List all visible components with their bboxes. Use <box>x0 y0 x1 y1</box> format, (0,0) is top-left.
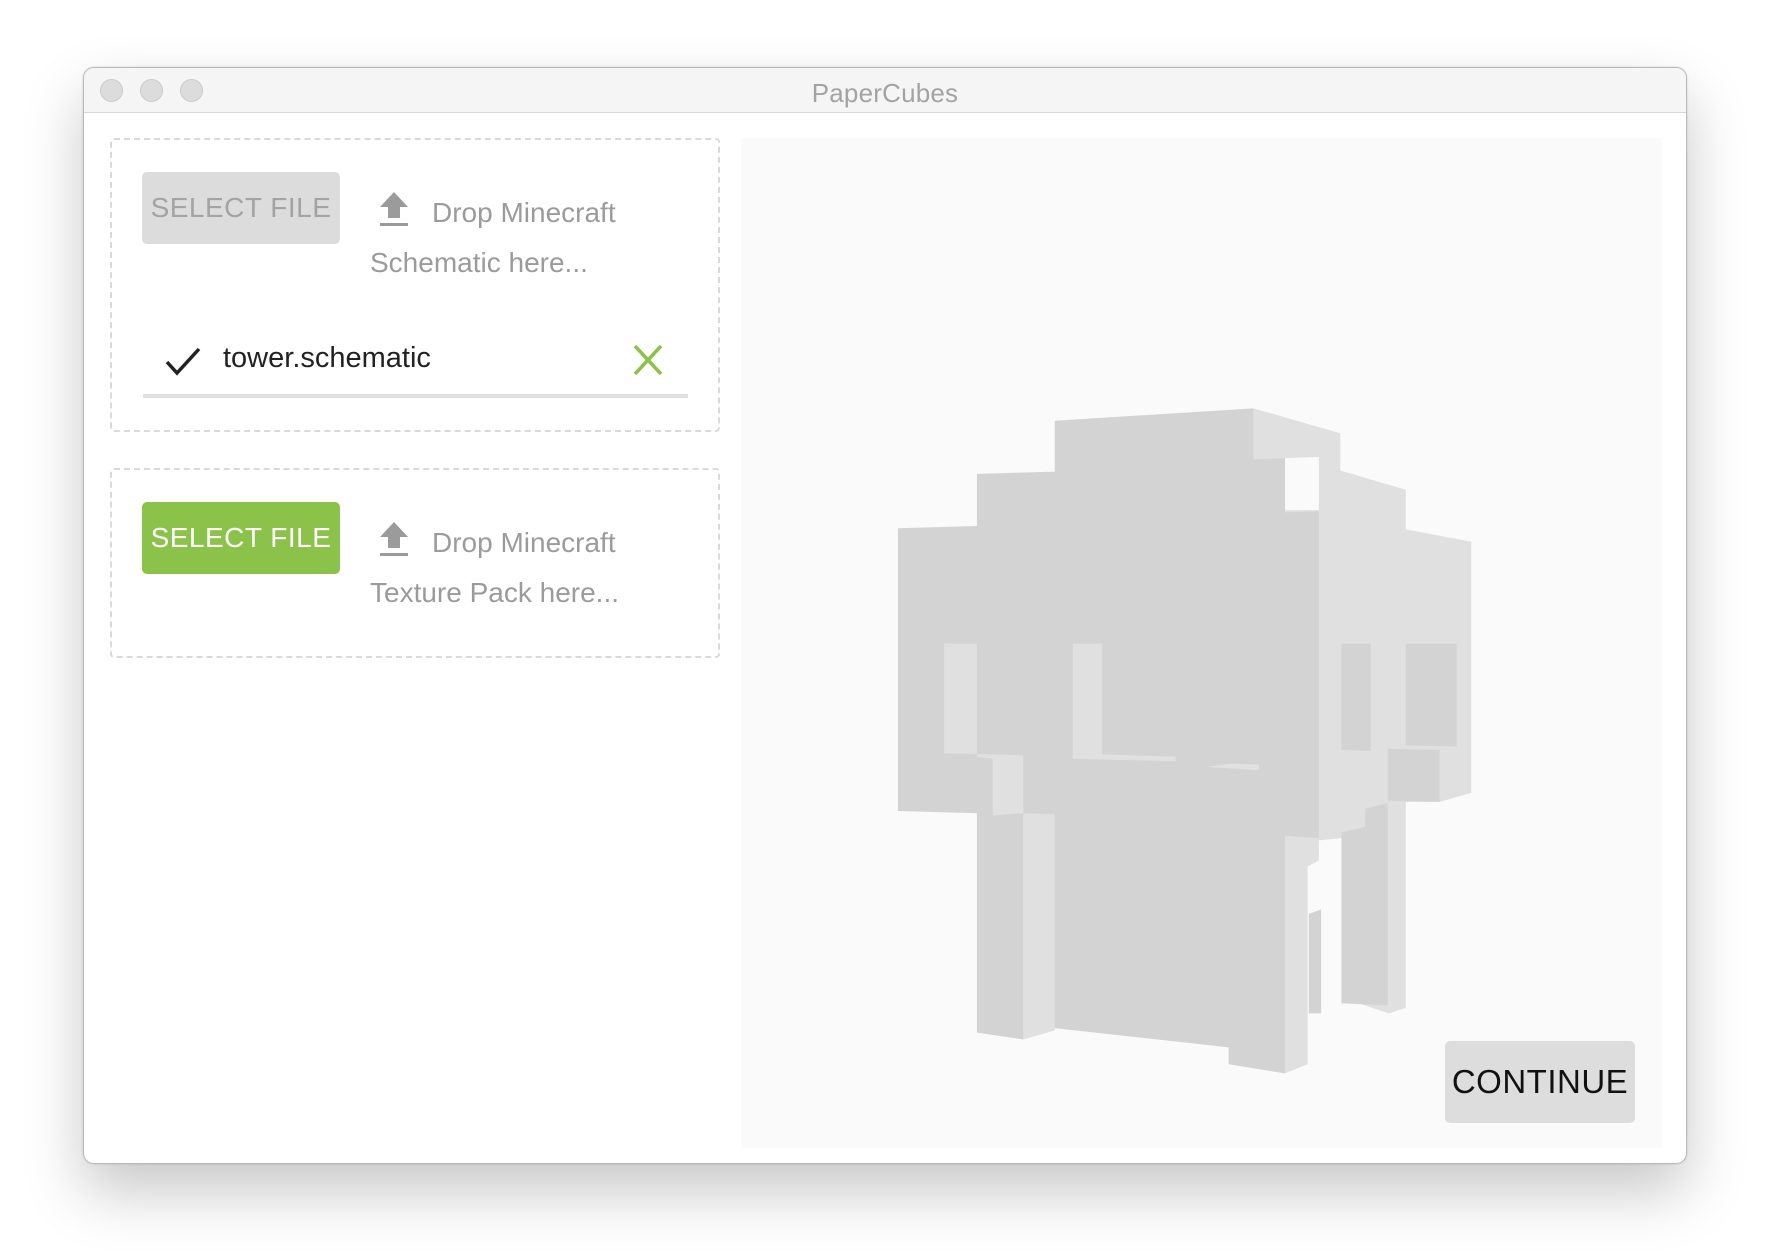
voxel-front-face <box>1341 803 1388 1006</box>
drop-hint-line2: Schematic here... <box>370 247 588 278</box>
voxel-model <box>897 408 1472 1074</box>
voxel-front-face <box>1405 643 1457 747</box>
continue-button[interactable]: CONTINUE <box>1445 1041 1635 1123</box>
app-window: PaperCubes SELECT FILE Drop Minecraft Sc… <box>83 67 1687 1164</box>
voxel-side-face <box>1023 813 1055 1040</box>
model-preview-canvas[interactable]: CONTINUE <box>741 138 1662 1148</box>
voxel-front-face <box>1387 748 1440 802</box>
drop-hint-line2: Texture Pack here... <box>370 577 620 608</box>
voxel-model-shape <box>897 408 1472 1074</box>
content: SELECT FILE Drop Minecraft Schematic her… <box>84 68 1686 1163</box>
texture-pack-drop-hint: Drop Minecraft Texture Pack here... <box>370 518 690 618</box>
select-schematic-button[interactable]: SELECT FILE <box>142 172 340 244</box>
loaded-file-row: tower.schematic <box>143 336 688 398</box>
loaded-file-name: tower.schematic <box>223 342 431 374</box>
drop-hint-line1: Drop Minecraft <box>432 527 616 558</box>
voxel-front-face <box>1308 909 1322 1014</box>
texture-pack-drop-zone[interactable]: SELECT FILE Drop Minecraft Texture Pack … <box>110 468 720 658</box>
check-icon <box>165 347 201 376</box>
close-icon[interactable] <box>630 340 666 380</box>
drop-hint-line1: Drop Minecraft <box>432 197 616 228</box>
schematic-drop-zone[interactable]: SELECT FILE Drop Minecraft Schematic her… <box>110 138 720 432</box>
select-texture-pack-button[interactable]: SELECT FILE <box>142 502 340 574</box>
voxel-front-face <box>1341 643 1371 752</box>
schematic-drop-hint: Drop Minecraft Schematic here... <box>370 188 690 288</box>
